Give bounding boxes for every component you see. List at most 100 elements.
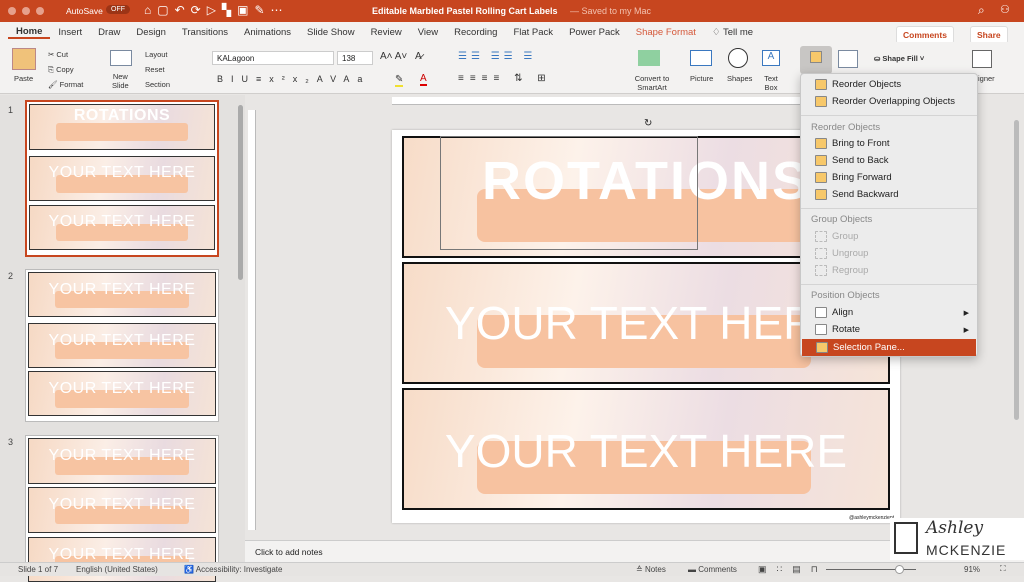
arrange-button[interactable]: [800, 46, 832, 74]
reset-button[interactable]: Reset: [145, 65, 165, 74]
layout-button[interactable]: Layout: [145, 50, 168, 59]
menu-send-to-back[interactable]: Send to Back: [801, 152, 977, 169]
shape-fill-button[interactable]: ⛀ Shape Fill ˅: [874, 54, 924, 63]
shapes-button[interactable]: Shapes: [727, 74, 752, 83]
font-size-buttons[interactable]: A˄ A˅ A̷: [380, 51, 422, 62]
tab-shape-format[interactable]: Shape Format: [628, 27, 704, 38]
align-icon: [815, 307, 827, 318]
menu-rotate[interactable]: Rotate ▶: [801, 321, 977, 338]
account-icon[interactable]: ⚇: [1000, 3, 1010, 16]
slide-thumbnail-3[interactable]: YOUR TEXT HERE YOUR TEXT HERE YOUR TEXT …: [25, 435, 219, 582]
menu-label: Rotate: [832, 324, 860, 335]
tab-flat-pack[interactable]: Flat Pack: [505, 27, 561, 38]
paste-icon[interactable]: [12, 48, 36, 70]
divider: [801, 208, 977, 209]
comments-status-button[interactable]: ▬ Comments: [688, 565, 737, 574]
vertical-ruler[interactable]: [248, 110, 256, 530]
convert-smartart-button[interactable]: Convert to SmartArt: [632, 74, 672, 92]
font-name-field[interactable]: KALagoon: [212, 51, 334, 65]
tab-transitions[interactable]: Transitions: [174, 27, 236, 38]
font-style-buttons[interactable]: BIU≡x²x₂AVAa: [217, 74, 370, 84]
quick-access-icons[interactable]: ⌂▢↶⟳▷▚▣✎⋯: [144, 3, 289, 17]
zoom-level[interactable]: 91%: [964, 565, 980, 574]
new-slide-button[interactable]: New Slide: [112, 72, 129, 90]
accessibility-button[interactable]: ♿ Accessibility: Investigate: [184, 565, 282, 574]
tab-recording[interactable]: Recording: [446, 27, 505, 38]
minimize-button[interactable]: [22, 7, 30, 15]
smartart-icon[interactable]: [638, 50, 660, 66]
new-slide-icon[interactable]: [110, 50, 132, 66]
notes-placeholder[interactable]: Click to add notes: [255, 547, 323, 557]
list-buttons[interactable]: ☰☰ ☰☰ ☰: [458, 51, 536, 62]
rotate-handle-icon[interactable]: ↻: [644, 118, 652, 129]
zoom-slider-thumb[interactable]: [895, 565, 904, 574]
tab-power-pack[interactable]: Power Pack: [561, 27, 628, 38]
slide-number: 2: [8, 271, 14, 281]
selection-box[interactable]: [440, 136, 698, 250]
menu-send-backward[interactable]: Send Backward: [801, 186, 977, 203]
tab-draw[interactable]: Draw: [90, 27, 128, 38]
rotate-icon: [815, 324, 827, 335]
menu-heading-group: Group Objects: [811, 214, 873, 225]
menu-bring-to-front[interactable]: Bring to Front: [801, 135, 977, 152]
cut-button[interactable]: ✂ Cut: [48, 50, 68, 59]
text-box-icon[interactable]: A: [762, 50, 780, 66]
tab-view[interactable]: View: [410, 27, 446, 38]
highlight-icon[interactable]: ✎: [395, 74, 404, 87]
menu-bring-forward[interactable]: Bring Forward: [801, 169, 977, 186]
picture-button[interactable]: Picture: [690, 74, 713, 83]
comments-label: Comments: [698, 565, 737, 574]
menu-heading-reorder: Reorder Objects: [811, 122, 881, 133]
save-status: — Saved to my Mac: [570, 6, 652, 16]
paste-button[interactable]: Paste: [14, 74, 33, 83]
quick-styles-icon[interactable]: [838, 50, 858, 68]
status-bar: Slide 1 of 7 English (United States) ♿ A…: [0, 562, 1024, 576]
tab-animations[interactable]: Animations: [236, 27, 299, 38]
label-box-3[interactable]: YOUR TEXT HERE: [402, 388, 890, 510]
designer-button[interactable]: igner: [978, 74, 995, 83]
tell-me-label: Tell me: [722, 26, 754, 38]
notes-button[interactable]: ≙ Notes: [636, 565, 666, 574]
autosave-toggle[interactable]: OFF: [106, 5, 130, 14]
slide-scrollbar[interactable]: [1014, 120, 1019, 420]
menu-reorder-objects[interactable]: Reorder Objects: [801, 76, 977, 93]
font-size-field[interactable]: 138: [337, 51, 373, 65]
tell-me[interactable]: ♢ Tell me: [704, 27, 761, 38]
reorder-icon: [815, 79, 827, 90]
menu-selection-pane[interactable]: Selection Pane...: [802, 339, 976, 356]
slide-thumbnail-1[interactable]: ROTATIONS YOUR TEXT HERE YOUR TEXT HERE: [25, 100, 219, 257]
close-button[interactable]: [8, 7, 16, 15]
label-text[interactable]: YOUR TEXT HERE: [404, 424, 888, 478]
menu-align[interactable]: Align ▶: [801, 304, 977, 321]
section-button[interactable]: Section: [145, 80, 170, 89]
tab-slide-show[interactable]: Slide Show: [299, 27, 363, 38]
menu-label: Regroup: [832, 265, 869, 276]
menu-label: Bring Forward: [832, 172, 892, 183]
tab-insert[interactable]: Insert: [50, 27, 90, 38]
fit-slide-icon[interactable]: ⛶: [1000, 564, 1006, 574]
designer-icon[interactable]: [972, 50, 992, 68]
slide-number: 1: [8, 105, 14, 115]
view-buttons[interactable]: ▣∷▤⊓: [758, 564, 828, 575]
font-color-icon[interactable]: A: [420, 73, 427, 86]
language-button[interactable]: English (United States): [76, 565, 158, 574]
tab-review[interactable]: Review: [363, 27, 410, 38]
text-box-button[interactable]: Text Box: [762, 74, 780, 92]
zoom-button[interactable]: [36, 7, 44, 15]
thumbnails-scrollbar[interactable]: [238, 105, 243, 280]
copy-button[interactable]: ⎘ Copy: [48, 65, 74, 75]
send-backward-icon: [815, 189, 827, 200]
tab-home[interactable]: Home: [8, 26, 51, 39]
menu-label: Reorder Overlapping Objects: [832, 96, 956, 107]
menu-regroup: Regroup: [801, 262, 977, 279]
picture-icon[interactable]: [690, 50, 712, 66]
menu-reorder-overlapping[interactable]: Reorder Overlapping Objects: [801, 93, 977, 110]
shapes-icon[interactable]: [728, 48, 748, 68]
tab-design[interactable]: Design: [128, 27, 174, 38]
align-buttons[interactable]: ≡≡≡≡ ⇅ ⊞: [458, 73, 552, 84]
menu-label: Bring to Front: [832, 138, 890, 149]
format-painter-button[interactable]: 🖌 Format: [48, 80, 83, 89]
slide-thumbnail-2[interactable]: YOUR TEXT HERE YOUR TEXT HERE YOUR TEXT …: [25, 269, 219, 422]
slide-thumbnails-pane[interactable]: 1 ROTATIONS YOUR TEXT HERE YOUR TEXT HER…: [0, 95, 245, 582]
search-icon[interactable]: ⌕: [978, 3, 985, 18]
